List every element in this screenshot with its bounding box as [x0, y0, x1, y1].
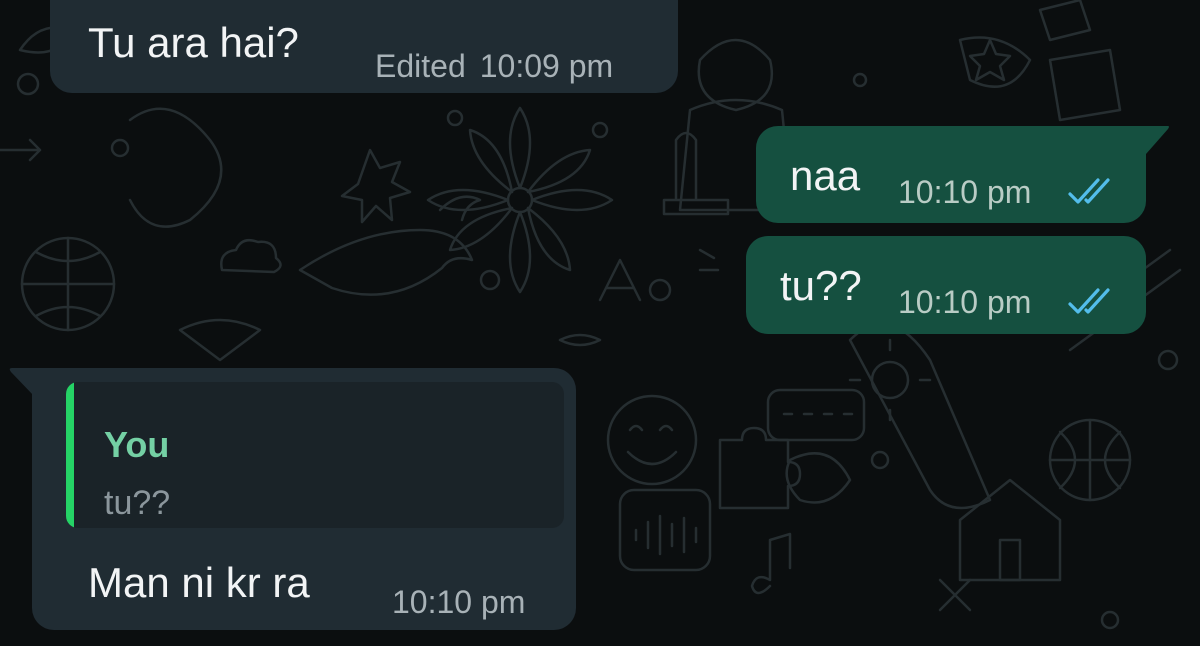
message-bubble-incoming-reply[interactable]: You tu?? Man ni kr ra 10:10 pm: [32, 368, 576, 630]
message-bubble-incoming[interactable]: Tu ara hai? Edited 10:09 pm: [50, 0, 678, 93]
message-text: tu??: [780, 262, 862, 309]
message-meta: Edited 10:09 pm: [375, 50, 613, 82]
edited-label: Edited: [375, 48, 466, 84]
double-check-read-icon: [1068, 178, 1110, 204]
bubble-tail-incoming: [9, 368, 34, 396]
message-time: 10:09 pm: [479, 48, 614, 84]
double-check-read-icon: [1068, 288, 1110, 314]
message-bubble-outgoing[interactable]: tu?? 10:10 pm: [746, 236, 1146, 334]
message-text: Tu ara hai?: [88, 19, 299, 66]
message-time: 10:10 pm: [898, 284, 1032, 320]
message-time: 10:10 pm: [898, 174, 1032, 210]
bubble-tail-outgoing: [1146, 126, 1169, 154]
message-time: 10:10 pm: [392, 584, 526, 620]
quote-accent-bar: [66, 382, 74, 528]
message-text: Man ni kr ra: [88, 559, 310, 606]
quoted-message[interactable]: You tu??: [66, 382, 564, 528]
message-text: naa: [790, 152, 861, 199]
message-bubble-outgoing[interactable]: naa 10:10 pm: [756, 126, 1146, 223]
quoted-text: tu??: [104, 484, 171, 522]
quoted-author: You: [104, 424, 170, 465]
